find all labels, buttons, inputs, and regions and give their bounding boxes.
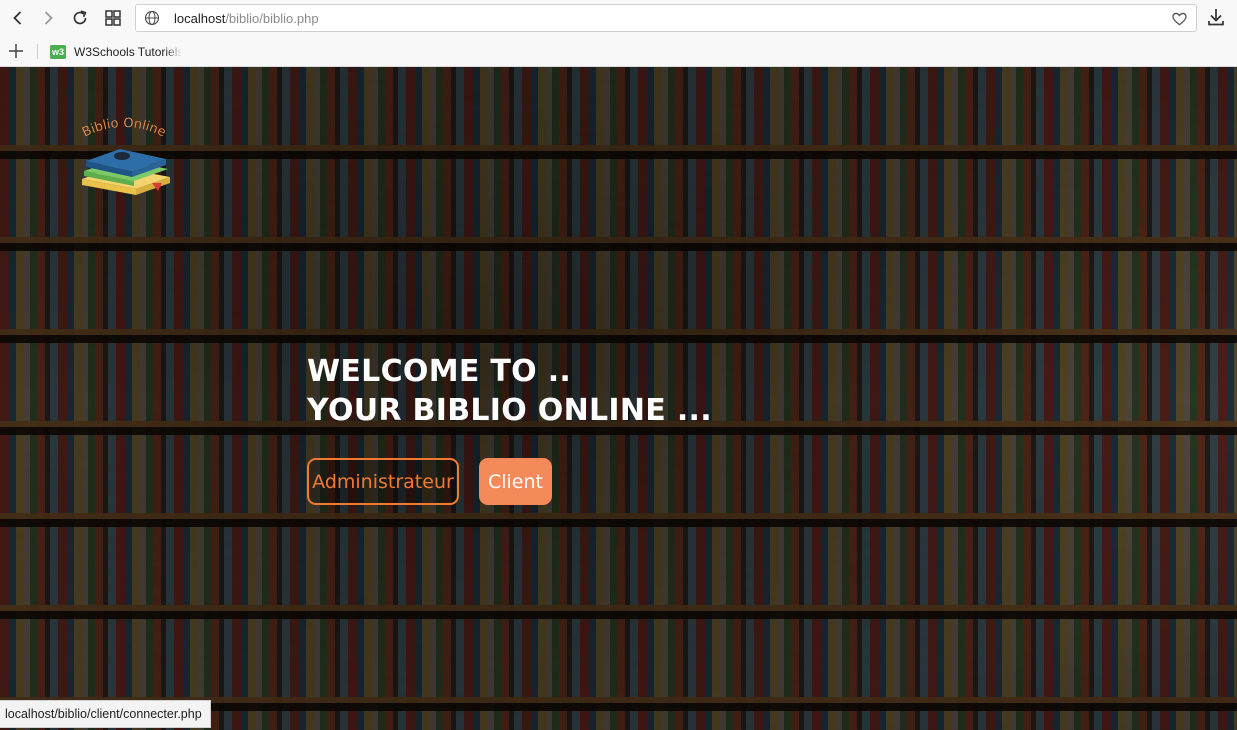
- back-arrow-icon: [13, 11, 22, 25]
- download-icon[interactable]: [1205, 6, 1227, 28]
- bookmarks-bar: w3 W3Schools Tutoriels: [0, 36, 1237, 67]
- browser-toolbar: localhost/biblio/biblio.php: [0, 0, 1237, 36]
- reload-button[interactable]: [68, 6, 92, 30]
- welcome-heading: WELCOME TO .. YOUR BIBLIO ONLINE ...: [307, 352, 712, 430]
- client-button[interactable]: Client: [479, 458, 552, 505]
- bookmark-w3schools[interactable]: w3 W3Schools Tutoriels: [50, 43, 182, 61]
- forward-arrow-icon: [44, 11, 53, 25]
- bookmark-label: W3Schools Tutoriels: [74, 45, 182, 59]
- status-bar-url: localhost/biblio/client/connecter.php: [0, 700, 211, 728]
- globe-icon: [144, 10, 160, 26]
- bookmarks-divider: [37, 44, 38, 59]
- reload-icon: [73, 10, 87, 25]
- w3schools-favicon-icon: w3: [50, 45, 66, 59]
- stack-of-books-icon: [82, 149, 170, 195]
- back-button[interactable]: [6, 6, 30, 30]
- administrateur-button[interactable]: Administrateur: [307, 458, 459, 505]
- forward-button[interactable]: [36, 6, 60, 30]
- welcome-line-2: YOUR BIBLIO ONLINE ...: [307, 393, 712, 428]
- url-path: /biblio/biblio.php: [225, 11, 319, 26]
- page-hero-section: Biblio Online WELCOME TO .. YOUR BIBLIO …: [0, 67, 1237, 730]
- heart-bookmark-icon[interactable]: [1171, 10, 1188, 27]
- welcome-line-1: WELCOME TO ..: [307, 354, 572, 389]
- url-text: localhost/biblio/biblio.php: [174, 11, 319, 26]
- svg-text:Biblio Online: Biblio Online: [80, 116, 168, 141]
- logo-text: Biblio Online: [80, 116, 168, 141]
- add-bookmark-plus-icon[interactable]: [7, 42, 25, 60]
- role-buttons: Administrateur Client: [307, 458, 552, 505]
- grid-icon: [105, 10, 121, 26]
- speed-dial-button[interactable]: [101, 6, 125, 30]
- biblio-logo[interactable]: Biblio Online: [68, 109, 180, 199]
- url-host: localhost: [174, 11, 226, 26]
- address-bar[interactable]: localhost/biblio/biblio.php: [135, 4, 1197, 32]
